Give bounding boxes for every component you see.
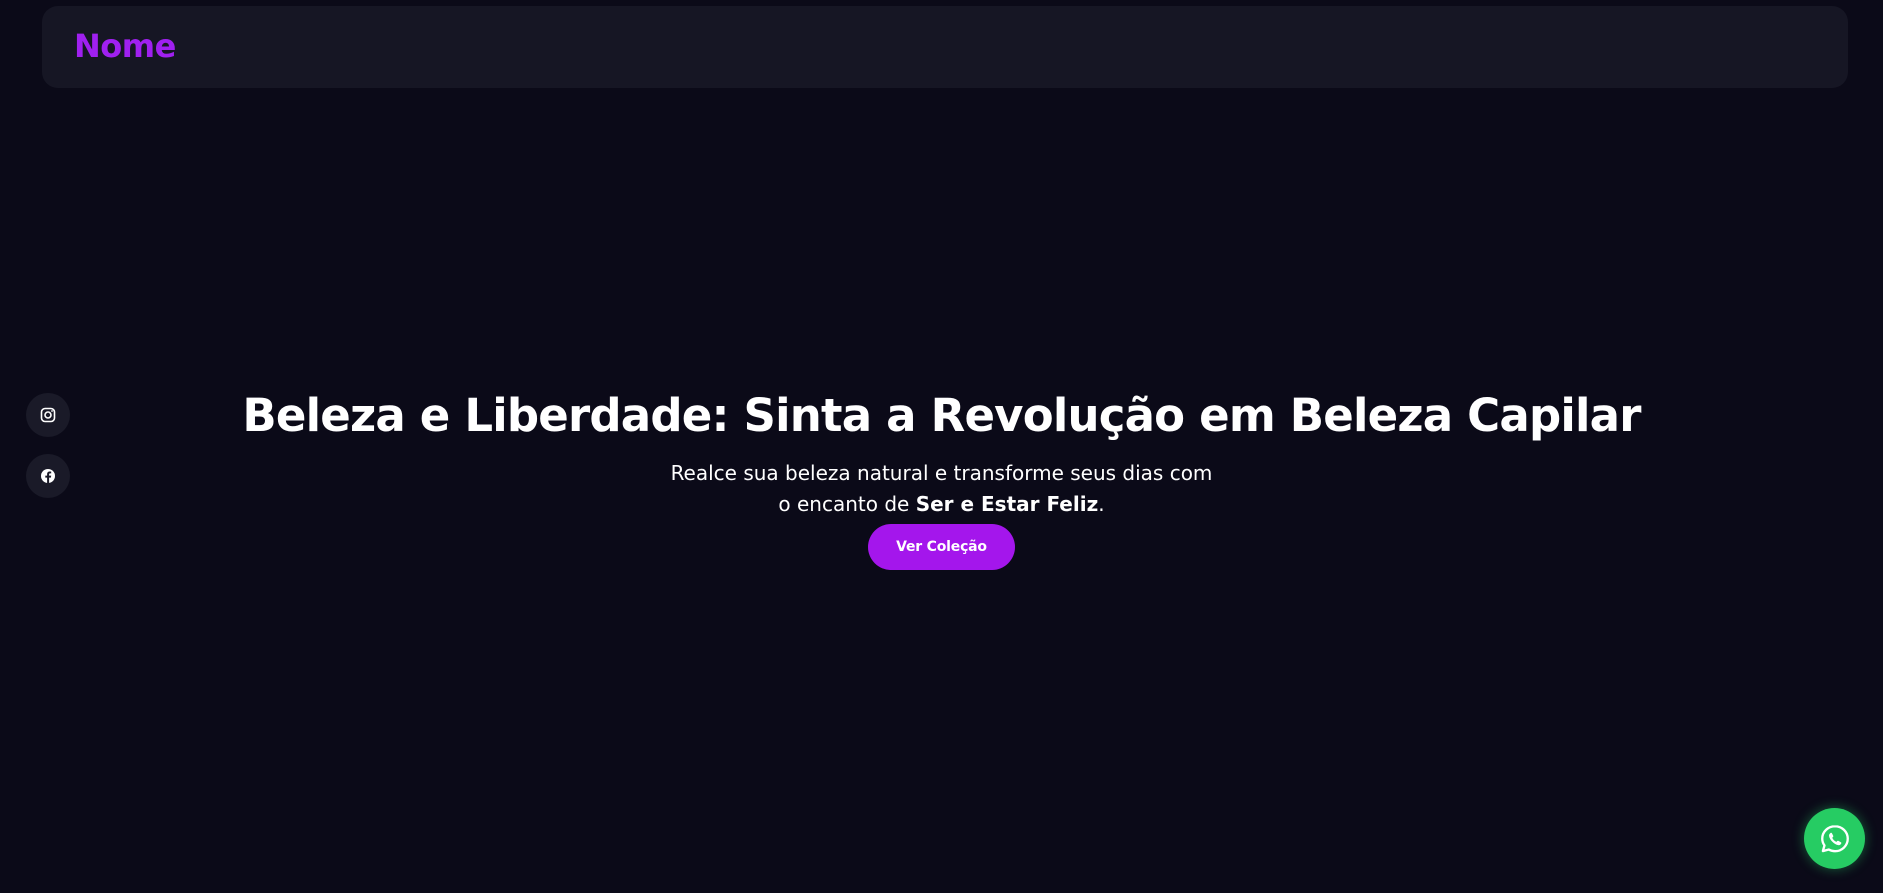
hero-title: Beleza e Liberdade: Sinta a Revolução em… bbox=[242, 389, 1641, 442]
brand-logo[interactable]: Nome bbox=[74, 27, 176, 65]
hero-subtitle-highlight: Ser e Estar Feliz bbox=[915, 492, 1099, 516]
whatsapp-button[interactable] bbox=[1804, 808, 1865, 869]
hero-section: Beleza e Liberdade: Sinta a Revolução em… bbox=[0, 388, 1883, 570]
hero-subtitle: Realce sua beleza natural e transforme s… bbox=[662, 458, 1222, 520]
whatsapp-icon bbox=[1818, 822, 1852, 856]
hero-subtitle-end: . bbox=[1098, 492, 1105, 516]
view-collection-button[interactable]: Ver Coleção bbox=[868, 524, 1015, 570]
navbar: Nome bbox=[42, 6, 1848, 88]
